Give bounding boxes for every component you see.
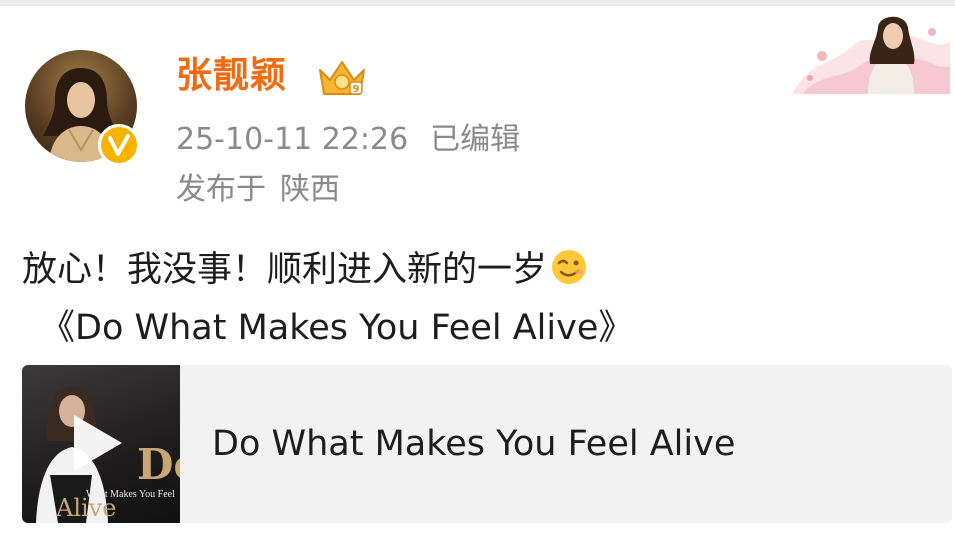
cover-title-alive: Alive [56,494,117,522]
crown-icon[interactable]: 9 [316,56,368,100]
post-text-line1: 放心！我没事！顺利进入新的一岁 [22,246,589,294]
smiling-emoji-icon [549,247,589,287]
verified-badge-icon [98,124,140,166]
location-prefix: 发布于 [176,172,266,207]
music-card[interactable]: Do What Makes You Feel Alive Do What Mak… [22,365,952,523]
timestamp: 25-10-11 22:26 [176,122,409,157]
edited-label[interactable]: 已编辑 [430,122,520,157]
cover-title-do: Do [137,440,180,489]
username[interactable]: 张靓颖 [176,52,287,100]
album-cover[interactable]: Do What Makes You Feel Alive [22,365,180,523]
play-icon[interactable] [74,415,122,471]
post-text: 放心！我没事！顺利进入新的一岁 [22,250,548,290]
svg-text:9: 9 [353,84,360,95]
top-divider [0,0,955,6]
music-title[interactable]: Do What Makes You Feel Alive [212,421,735,467]
location: 陕西 [280,172,340,207]
card-decoration[interactable] [782,8,952,96]
post-text-line2[interactable]: 《Do What Makes You Feel Alive》 [40,304,633,352]
post-meta: 25-10-11 22:26 已编辑 [176,120,520,160]
location-row: 发布于 陕西 [176,170,340,210]
